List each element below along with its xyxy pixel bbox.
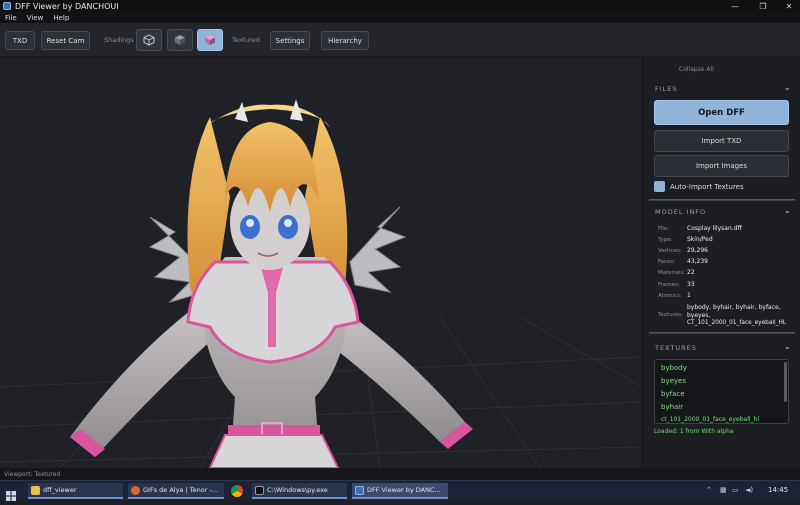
collapse-all-button[interactable]: Collapse All <box>679 66 714 73</box>
info-key-faces: Faces: <box>658 259 676 265</box>
shading-wireframe-button[interactable] <box>136 29 162 51</box>
network-icon[interactable]: ▦ <box>720 486 727 494</box>
toolbar: TXD Reset Cam Shadings Textured Settings… <box>0 23 800 57</box>
model-info-header[interactable]: MODEL INFO <box>655 208 706 216</box>
info-value-textures-line2: byeyes, <box>687 312 711 319</box>
info-value-type: Skin/Ped <box>687 236 713 243</box>
volume-icon[interactable]: ◄) <box>745 486 753 494</box>
import-txd-button[interactable]: Import TXD <box>654 130 789 152</box>
shading-textured-button[interactable] <box>197 29 223 51</box>
info-key-file: File: <box>658 226 670 232</box>
info-key-type: Type: <box>658 237 673 243</box>
window-title: DFF Viewer by DANCHOUI <box>15 1 119 11</box>
left-arm <box>70 307 215 457</box>
console-icon <box>255 485 264 495</box>
info-value-faces: 43,239 <box>687 258 708 265</box>
taskbar-item-label: GIFs de Alya | Tenor -... <box>143 486 218 494</box>
model-render <box>0 99 642 468</box>
info-value-frames: 33 <box>687 281 695 288</box>
status-bar: Viewport: Textured <box>0 468 800 480</box>
info-value-atomics: 1 <box>687 292 691 299</box>
solid-cube-icon <box>175 35 185 45</box>
info-value-textures-line3: CT_101_2000_01_face_eyeball_HL <box>687 320 787 326</box>
menu-bar: File View Help <box>0 12 800 23</box>
taskbar-item-python-console[interactable]: C:\Windows\py.exe <box>252 483 347 499</box>
3d-viewport[interactable] <box>0 57 642 468</box>
chevron-down-icon[interactable]: ⌄ <box>784 342 791 351</box>
auto-import-checkbox[interactable] <box>654 181 665 192</box>
shirt-placket <box>268 257 276 347</box>
close-button[interactable]: ✕ <box>776 0 800 12</box>
info-key-atomics: Atomics: <box>658 293 682 299</box>
skirt <box>208 434 340 468</box>
info-value-vertices: 29,296 <box>687 247 708 254</box>
info-key-textures: Textures: <box>658 312 683 318</box>
divider <box>649 199 795 201</box>
info-value-materials: 22 <box>687 269 695 276</box>
texture-list-scrollbar[interactable] <box>784 362 787 402</box>
belt <box>228 425 320 435</box>
tray-chevron-icon[interactable]: ⌃ <box>706 486 712 494</box>
settings-button[interactable]: Settings <box>270 31 310 50</box>
taskbar-item-browser[interactable]: GIFs de Alya | Tenor -... <box>128 483 224 499</box>
chevron-down-icon[interactable]: ⌄ <box>784 83 791 92</box>
taskbar-item-dff-viewer[interactable]: dff_viewer <box>28 483 123 499</box>
restore-button[interactable]: ❐ <box>750 0 776 12</box>
windows-start-icon[interactable] <box>6 486 16 501</box>
texture-item[interactable]: ct_101_2000_01_face_eyeball_hl <box>661 416 759 423</box>
shading-solid-button[interactable] <box>167 29 193 51</box>
textured-cube-icon <box>205 35 215 45</box>
import-images-button[interactable]: Import Images <box>654 155 789 177</box>
shadings-label: Shadings <box>104 36 134 44</box>
display-icon[interactable]: ▭ <box>732 486 739 494</box>
taskbar-item-label: dff_viewer <box>43 486 77 494</box>
info-value-file: Cosplay lilysan.dff <box>687 225 742 232</box>
auto-import-label: Auto-Import Textures <box>670 183 744 191</box>
chrome-icon[interactable] <box>231 485 243 497</box>
info-key-vertices: Vertices: <box>658 248 682 254</box>
texture-item[interactable]: byface <box>661 390 685 398</box>
taskbar-item-dff-viewer-app[interactable]: DFF Viewer by DANC... <box>352 483 448 499</box>
menu-file[interactable]: File <box>0 14 22 22</box>
texture-item[interactable]: bybody <box>661 364 687 372</box>
textures-header[interactable]: TEXTURES <box>655 344 697 352</box>
clock[interactable]: 14:45 <box>768 486 788 494</box>
browser-icon <box>131 485 140 495</box>
info-key-frames: Frames: <box>658 282 680 288</box>
textures-status: Loaded: 1 from With alpha <box>654 428 734 435</box>
viewport-status: Viewport: Textured <box>4 470 61 478</box>
app-icon <box>3 2 11 10</box>
texture-list[interactable]: bybody byeyes byface byhair ct_101_2000_… <box>654 359 789 424</box>
taskbar-item-label: DFF Viewer by DANC... <box>367 486 441 494</box>
wireframe-cube-icon <box>143 34 155 46</box>
taskbar: dff_viewer GIFs de Alya | Tenor -... C:\… <box>0 480 800 501</box>
minimize-button[interactable]: — <box>722 0 748 12</box>
taskbar-item-label: C:\Windows\py.exe <box>267 486 328 494</box>
menu-view[interactable]: View <box>22 14 49 22</box>
chevron-down-icon[interactable]: ⌄ <box>784 206 791 215</box>
menu-help[interactable]: Help <box>48 14 74 22</box>
texture-item[interactable]: byeyes <box>661 377 686 385</box>
txd-button[interactable]: TXD <box>5 31 35 50</box>
files-header[interactable]: FILES <box>655 85 678 93</box>
hierarchy-button[interactable]: Hierarchy <box>321 31 369 50</box>
texture-item[interactable]: byhair <box>661 403 683 411</box>
textured-label: Textured <box>232 36 260 44</box>
title-bar: DFF Viewer by DANCHOUI — ❐ ✕ <box>0 0 800 12</box>
divider <box>649 332 795 334</box>
folder-icon <box>31 485 40 495</box>
app-icon <box>355 485 364 495</box>
info-value-textures-line1: bybody, byhair, byhair, byface, <box>687 304 781 311</box>
info-key-materials: Materials: <box>658 270 686 276</box>
reset-cam-button[interactable]: Reset Cam <box>41 31 90 50</box>
open-dff-button[interactable]: Open DFF <box>654 100 789 125</box>
